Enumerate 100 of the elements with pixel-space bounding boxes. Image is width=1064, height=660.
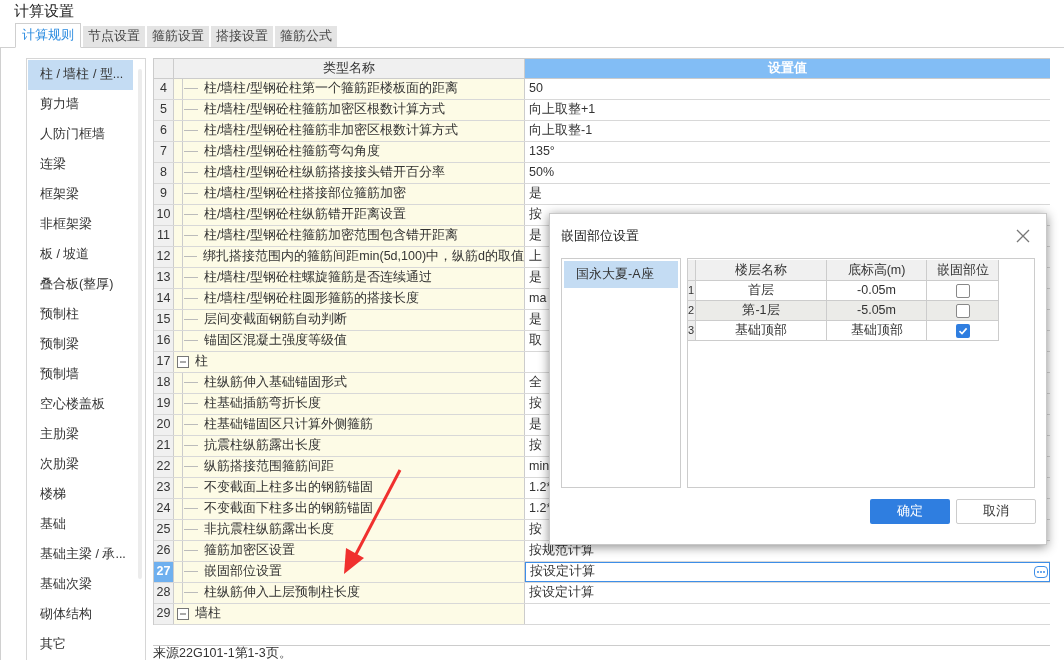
row-number[interactable]: 22 [154, 456, 174, 477]
row-number[interactable]: 10 [154, 204, 174, 225]
sidebar-item[interactable]: 非框架梁 [28, 209, 133, 240]
row-number[interactable]: 17 [154, 351, 174, 372]
table-row[interactable]: 3 基础顶部 基础顶部 [688, 321, 999, 341]
value-field[interactable]: 按设定计算 [525, 561, 1050, 582]
table-cell-text: 柱基础插筋弯折长度 [204, 395, 321, 413]
sidebar-item[interactable]: 楼梯 [28, 479, 133, 510]
tab[interactable]: 搭接设置 [211, 25, 273, 47]
row-number[interactable]: 26 [154, 540, 174, 561]
row-number[interactable]: 4 [154, 78, 174, 99]
list-item[interactable]: 国永大夏-A座 [564, 261, 678, 288]
table-cell-text: 不变截面上柱多出的钢筋锚固 [204, 479, 373, 497]
sidebar-item[interactable]: 连梁 [28, 149, 133, 180]
table-cell-text: 是 [528, 416, 542, 434]
row-number[interactable]: 25 [154, 519, 174, 540]
row-number[interactable]: 28 [154, 582, 174, 603]
sidebar-item[interactable]: 预制墙 [28, 359, 133, 390]
checkbox[interactable] [955, 303, 970, 318]
column-header[interactable]: 类型名称 [174, 58, 525, 78]
sidebar-item[interactable]: 基础主梁 / 承... [28, 539, 133, 570]
sidebar-item[interactable]: 板 / 坡道 [28, 239, 133, 270]
tab[interactable]: 计算规则 [15, 22, 81, 48]
row-number[interactable]: 29 [154, 603, 174, 624]
table-cell-text: 柱/墙柱/型钢砼柱圆形箍筋的搭接长度 [204, 290, 419, 308]
sidebar-item[interactable]: 框架梁 [28, 179, 133, 210]
cancel-button[interactable]: 取消 [956, 499, 1036, 524]
row-number: 2 [688, 301, 696, 321]
table-cell-text: 135° [528, 143, 555, 161]
column-header[interactable]: 底标高(m) [827, 260, 927, 281]
ellipsis-button[interactable] [1034, 565, 1048, 578]
table-row[interactable]: 2 第-1层 -5.05m [688, 301, 999, 321]
checkbox[interactable] [955, 323, 970, 338]
checkbox[interactable] [955, 283, 970, 298]
column-header[interactable]: 嵌固部位 [927, 260, 999, 281]
sidebar-item[interactable]: 砌体结构 [28, 599, 133, 630]
row-number[interactable]: 20 [154, 414, 174, 435]
table-cell-text: 嵌固部位设置 [204, 563, 282, 581]
tab[interactable]: 箍筋公式 [275, 25, 337, 47]
group-label: 柱 [195, 353, 208, 371]
sidebar-item[interactable]: 基础 [28, 509, 133, 540]
window-title: 计算设置 [14, 1, 74, 21]
tab[interactable]: 箍筋设置 [147, 25, 209, 47]
sidebar-item[interactable]: 人防门框墙 [28, 119, 133, 150]
table-cell-text: 柱/墙柱/型钢砼柱箍筋弯勾角度 [204, 143, 380, 161]
footnote: 来源22G101-1第1-3页。 [153, 644, 292, 660]
table-cell-text: 纵筋搭接范围箍筋间距 [204, 458, 334, 476]
table-cell-text: 50 [528, 80, 543, 98]
row-number[interactable]: 14 [154, 288, 174, 309]
row-number: 3 [688, 321, 696, 341]
row-number[interactable]: 9 [154, 183, 174, 204]
table-cell-text: 按设定计算 [528, 584, 594, 602]
sidebar-item[interactable]: 预制梁 [28, 329, 133, 360]
table-cell-text: 向上取整-1 [528, 122, 593, 140]
row-number[interactable]: 8 [154, 162, 174, 183]
tab[interactable]: 节点设置 [83, 25, 145, 47]
row-number[interactable]: 5 [154, 99, 174, 120]
column-header[interactable]: 楼层名称 [696, 260, 827, 281]
table-cell: 基础顶部 [696, 321, 827, 341]
table-cell-text: 柱/墙柱/型钢砼柱螺旋箍筋是否连续通过 [204, 269, 432, 287]
row-number[interactable]: 13 [154, 267, 174, 288]
row-number[interactable]: 12 [154, 246, 174, 267]
row-number[interactable]: 21 [154, 435, 174, 456]
table-cell-text: 是 [528, 269, 542, 287]
table-cell-text: 箍筋加密区设置 [204, 542, 295, 560]
sidebar-item[interactable]: 预制柱 [28, 299, 133, 330]
row-number[interactable]: 15 [154, 309, 174, 330]
ellipsis-icon [1036, 569, 1046, 574]
table-cell-text: 按 [528, 437, 542, 455]
table-cell-text: 非抗震柱纵筋露出长度 [204, 521, 334, 539]
table-cell-text: 是 [528, 227, 542, 245]
confirm-button[interactable]: 确定 [870, 499, 950, 524]
sidebar-item[interactable]: 柱 / 墙柱 / 型... [28, 59, 133, 90]
table-cell-text: 向上取整+1 [528, 101, 596, 119]
table-row[interactable]: 1 首层 -0.05m [688, 281, 999, 301]
table-cell-text: 柱纵筋伸入上层预制柱长度 [204, 584, 360, 602]
row-number[interactable]: 6 [154, 120, 174, 141]
row-number[interactable]: 24 [154, 498, 174, 519]
table-cell-text: 柱/墙柱/型钢砼柱箍筋加密范围包含错开距离 [204, 227, 458, 245]
table-cell-text: 是 [528, 311, 542, 329]
row-number: 1 [688, 281, 696, 301]
sidebar-item[interactable]: 其它 [28, 629, 133, 660]
group-label: 墙柱 [195, 605, 221, 623]
table-cell-text: 柱/墙柱/型钢砼柱纵筋错开距离设置 [204, 206, 406, 224]
row-number[interactable]: 7 [154, 141, 174, 162]
sidebar-item[interactable]: 剪力墙 [28, 89, 133, 120]
close-button[interactable] [1015, 228, 1031, 244]
sidebar-item[interactable]: 基础次梁 [28, 569, 133, 600]
table-cell-text: 柱/墙柱/型钢砼柱纵筋搭接接头错开百分率 [204, 164, 445, 182]
row-number[interactable]: 19 [154, 393, 174, 414]
collapse-toggle[interactable] [177, 607, 189, 620]
sidebar-item[interactable]: 次肋梁 [28, 449, 133, 480]
sidebar-item[interactable]: 空心楼盖板 [28, 389, 133, 420]
collapse-toggle[interactable] [177, 355, 189, 368]
row-number[interactable]: 18 [154, 372, 174, 393]
row-number[interactable]: 11 [154, 225, 174, 246]
sidebar-item[interactable]: 主肋梁 [28, 419, 133, 450]
sidebar-item[interactable]: 叠合板(整厚) [28, 269, 133, 300]
row-number[interactable]: 16 [154, 330, 174, 351]
row-number[interactable]: 23 [154, 477, 174, 498]
